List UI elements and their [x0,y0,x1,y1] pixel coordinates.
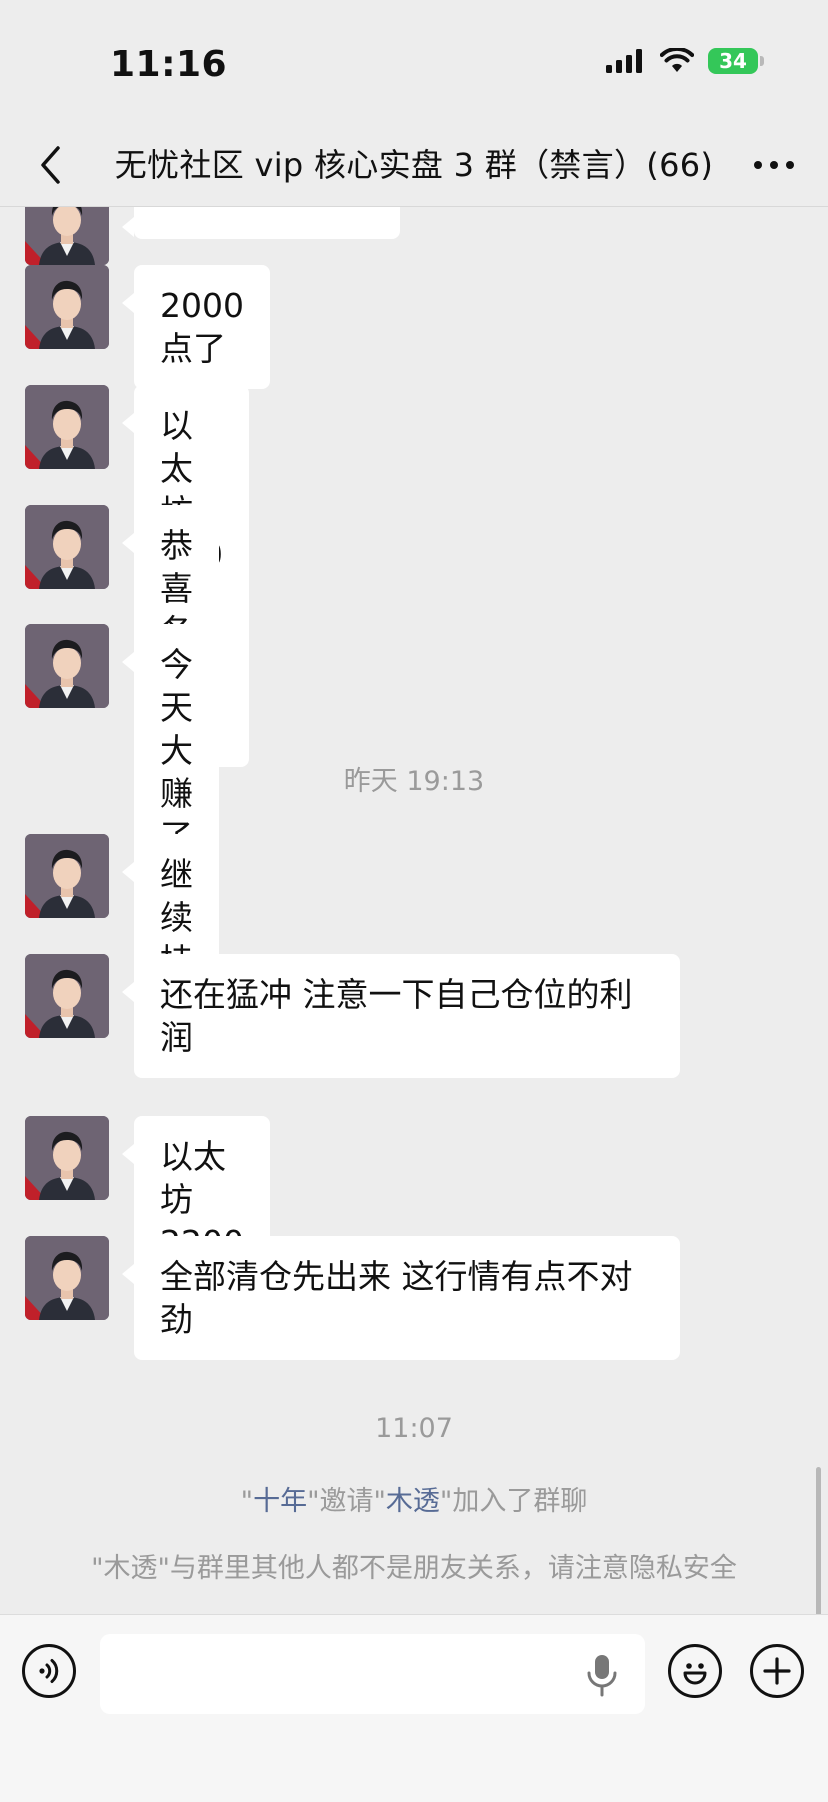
timestamp: 昨天 19:13 [343,766,485,797]
sender-avatar[interactable] [25,385,109,469]
chat-header: 无忧社区 vip 核心实盘 3 群（禁言）(66) [0,120,828,207]
more-dots-icon [754,161,762,169]
avatar-portrait [25,1236,109,1320]
avatar-portrait [25,834,109,918]
avatar-portrait [25,624,109,708]
system-join-notice: "十年"邀请"木透"加入了群聊 [240,1486,588,1517]
emoji-icon [683,1663,707,1685]
sender-avatar[interactable] [25,834,109,918]
voice-toggle-button[interactable] [22,1644,76,1698]
sender-avatar[interactable] [25,505,109,589]
message-list[interactable]: 2000 点了 以太坊 100 点的收益 [0,207,828,1614]
avatar-portrait [25,265,109,349]
microphone-icon[interactable] [585,1653,619,1697]
invitee-link[interactable]: 木透 [386,1486,440,1517]
inviter-link[interactable]: 十年 [253,1486,307,1517]
sender-avatar[interactable] [25,207,109,265]
avatar-portrait [25,954,109,1038]
battery-icon: 34 [708,48,764,74]
message-input[interactable] [100,1634,645,1714]
sender-avatar[interactable] [25,624,109,708]
input-bar [0,1614,828,1802]
signal-icon [606,49,642,73]
voice-icon [39,1659,59,1683]
chat-title: 无忧社区 vip 核心实盘 3 群（禁言）(66) [114,146,714,184]
battery-level: 34 [719,49,747,73]
scrollbar[interactable] [816,1467,821,1614]
system-privacy-notice: "木透"与群里其他人都不是朋友关系，请注意隐私安全 [91,1553,737,1584]
avatar-portrait [25,505,109,589]
message-bubble[interactable]: 2000 点了 [122,265,270,389]
message-bubble[interactable]: 全部清仓先出来 这行情有点不对劲 [122,1236,680,1360]
add-attachment-button[interactable] [750,1644,804,1698]
sender-avatar[interactable] [25,954,109,1038]
timestamp: 11:07 [375,1413,453,1444]
wifi-icon [660,48,694,72]
sender-avatar[interactable] [25,1236,109,1320]
plus-circle-icon [763,1657,791,1685]
emoji-button[interactable] [668,1644,722,1698]
avatar-portrait [25,1116,109,1200]
more-button[interactable] [746,140,802,190]
sender-avatar[interactable] [25,1116,109,1200]
status-time: 11:16 [110,44,228,85]
avatar-portrait [25,385,109,469]
status-icons: 34 [606,48,764,74]
sender-avatar[interactable] [25,265,109,349]
message-bubble[interactable] [122,207,400,239]
status-bar: 11:16 34 [0,0,828,120]
message-bubble[interactable]: 还在猛冲 注意一下自己仓位的利润 [122,954,680,1078]
avatar-portrait [25,207,109,265]
